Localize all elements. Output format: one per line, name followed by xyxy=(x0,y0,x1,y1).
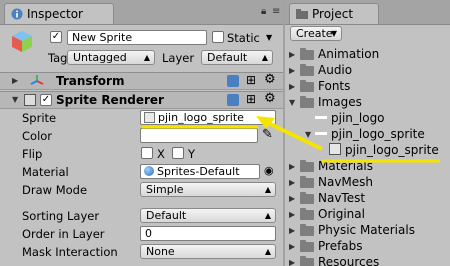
annotation-arrow-shaft xyxy=(265,120,323,151)
annotation-overlay xyxy=(142,116,440,163)
